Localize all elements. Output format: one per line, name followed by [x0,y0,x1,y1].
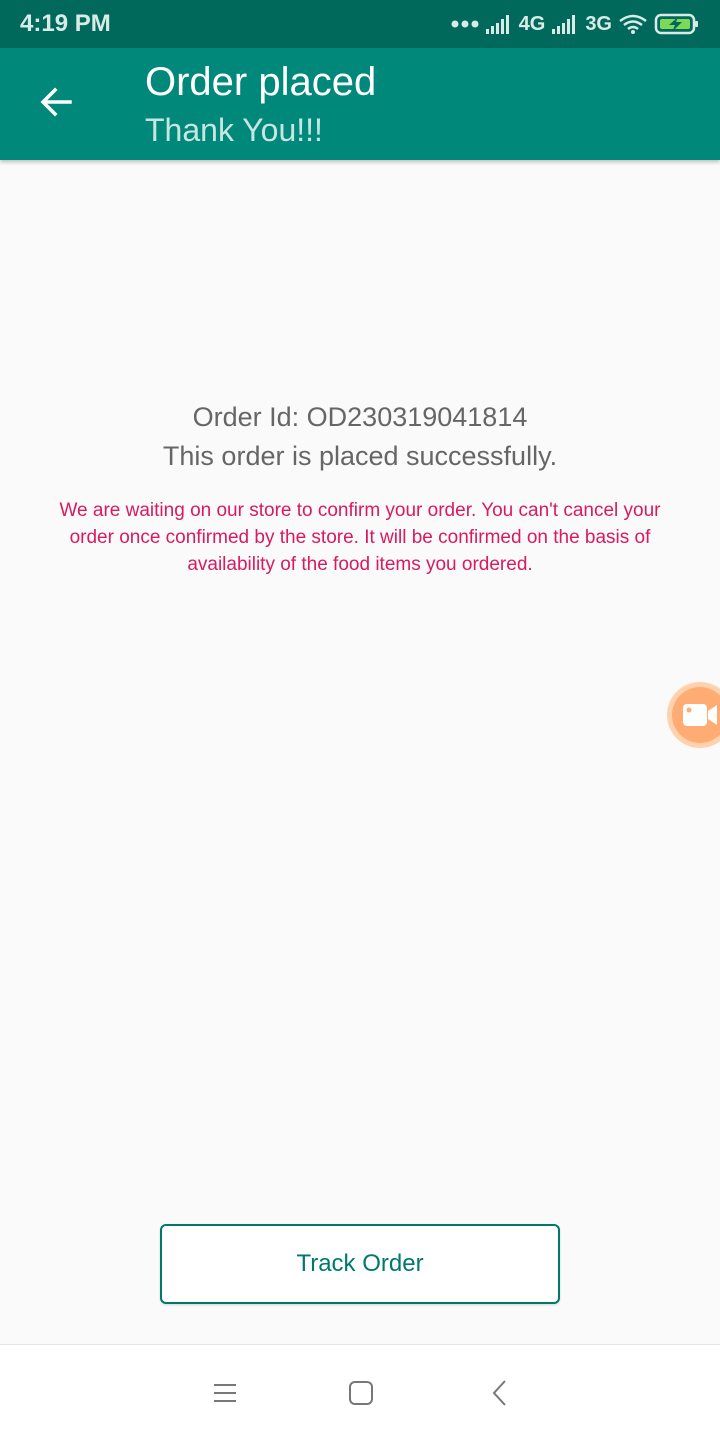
status-time: 4:19 PM [20,10,111,37]
video-call-button[interactable] [667,682,720,748]
network-4g-label: 4G [518,12,546,35]
status-bar: 4:19 PM 4G 3G [0,0,720,48]
status-icons: 4G 3G [451,8,700,40]
signal-icon [552,15,576,34]
track-order-button[interactable]: Track Order [160,1224,560,1304]
page-title: Order placed [145,60,377,104]
order-id-text: Order Id: OD230319041814 [192,402,528,432]
signal-icon [485,15,509,34]
menu-icon [214,1384,236,1402]
back-button[interactable] [26,72,86,132]
confirmation-notice: We are waiting on our store to confirm y… [59,500,661,575]
back-chevron-icon [492,1380,506,1406]
home-square-icon [349,1381,373,1405]
video-camera-icon [683,704,717,726]
page-subtitle: Thank You!!! [145,112,323,148]
video-call-button-inner [672,687,720,743]
wifi-icon [619,14,647,34]
nav-home-button[interactable] [343,1375,379,1411]
more-dots-icon [451,20,479,28]
system-nav-bar [0,1344,720,1441]
order-status-text: This order is placed successfully. [162,441,558,471]
battery-charging-icon [654,13,698,35]
nav-back-button[interactable] [482,1375,518,1411]
network-3g-label: 3G [585,12,612,35]
nav-menu-button[interactable] [207,1375,243,1411]
arrow-back-icon [40,87,72,117]
app-bar: Order placed Thank You!!! [0,48,720,160]
